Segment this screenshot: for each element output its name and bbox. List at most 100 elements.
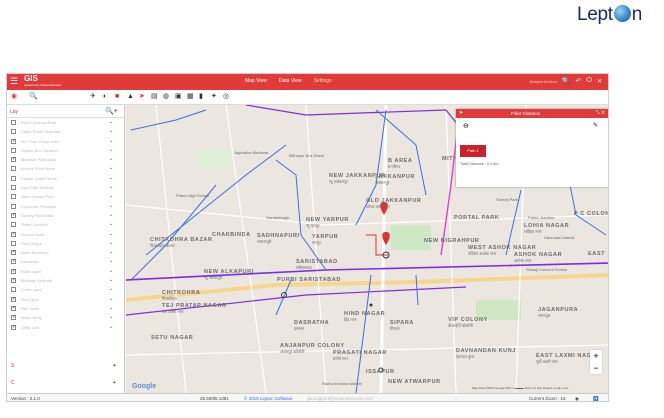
tool-icon[interactable]: ■ [115, 93, 119, 101]
tool-icon[interactable]: ▮ [199, 93, 203, 101]
tab-layers[interactable]: Lay [10, 109, 18, 115]
tool-icon[interactable]: ◎ [223, 93, 229, 101]
layer-item[interactable]: Ward Boundary ⌄ [7, 248, 124, 257]
layer-checkbox[interactable] [11, 156, 16, 163]
zoom-in-button[interactable]: + [590, 350, 602, 362]
layer-checkbox[interactable] [11, 277, 16, 284]
tool-icon[interactable]: ◍ [163, 93, 169, 101]
chevron-down-icon[interactable]: ⌄ [109, 268, 113, 274]
layer-checkbox[interactable] [11, 249, 16, 256]
chevron-down-icon[interactable]: ⌄ [109, 119, 113, 125]
menu-icon[interactable]: ☰ [10, 77, 18, 86]
chevron-down-icon[interactable]: ⌄ [109, 184, 113, 190]
layer-checkbox[interactable] [11, 240, 16, 246]
tool-icon[interactable]: ➤ [139, 93, 145, 101]
tool-icon[interactable]: ▲ [127, 93, 134, 101]
layer-checkbox[interactable] [11, 203, 16, 209]
chevron-down-icon[interactable]: ⌄ [109, 286, 113, 292]
layer-checkbox[interactable] [11, 222, 16, 228]
chevron-down-icon[interactable]: ⌄ [109, 296, 113, 302]
copyright-link[interactable]: © 2019 Lepton Software [244, 396, 293, 401]
support-email[interactable]: gis.support@networkaccess.com [307, 396, 373, 401]
layer-item[interactable]: OLT Pole Group Adm ⌄ [7, 137, 124, 146]
layer-checkbox[interactable] [11, 231, 16, 237]
layer-checkbox[interactable] [11, 185, 16, 191]
layer-checkbox[interactable] [11, 166, 16, 172]
nav-data-view[interactable]: Data View [279, 78, 302, 84]
layer-checkbox[interactable] [11, 175, 16, 181]
chevron-down-icon[interactable]: ⌄ [109, 305, 113, 311]
layer-item[interactable]: Customer Premises ⌄ [7, 202, 124, 211]
layer-item[interactable]: Fiber Distance Rule ⌄ [7, 118, 124, 127]
layer-checkbox[interactable] [11, 212, 16, 218]
layer-checkbox[interactable] [11, 258, 16, 265]
chevron-down-icon[interactable]: ⌄ [109, 212, 113, 218]
settings-icon[interactable]: ◉ [575, 396, 579, 401]
chevron-down-icon[interactable]: ⌄ [109, 165, 113, 171]
layer-item[interactable]: Plot Layer ⌄ [7, 295, 124, 304]
chevron-down-icon[interactable]: ⌄ [109, 258, 113, 264]
layer-checkbox[interactable] [11, 120, 16, 125]
close-icon[interactable]: ⤡ ✕ [596, 110, 605, 116]
chevron-down-icon[interactable]: ⌄ [109, 128, 113, 134]
tool-icon[interactable]: ✈ [90, 93, 96, 101]
tool-icon[interactable]: ◐ [103, 93, 107, 101]
layer-checkbox[interactable] [11, 194, 16, 200]
undo-icon[interactable]: ↶ [576, 77, 582, 85]
layer-checkbox[interactable] [11, 305, 16, 311]
nav-map-view[interactable]: Map View [245, 78, 267, 84]
chevron-down-icon[interactable]: ⌄ [109, 231, 113, 237]
layer-item[interactable]: Access Point Node ⌄ [7, 164, 124, 173]
power-icon[interactable]: ⏻ [586, 77, 592, 85]
tool-icon[interactable]: ▣ [175, 93, 182, 101]
tool-icon[interactable]: ▤ [151, 93, 158, 101]
chevron-down-icon[interactable]: ⌄ [109, 147, 113, 153]
layer-item[interactable]: Splitter Box Location ⌄ [7, 146, 124, 155]
layer-checkbox[interactable] [11, 287, 16, 293]
layer-item[interactable]: Water Body ⌄ [7, 313, 124, 322]
chevron-down-icon[interactable]: ⌄ [109, 138, 113, 144]
layer-item[interactable]: Manhole Point Data ⌄ [7, 155, 124, 164]
nav-settings[interactable]: Settings [314, 78, 332, 84]
tool-icon[interactable]: ✦ [211, 93, 217, 101]
layer-checkbox[interactable] [11, 147, 16, 153]
layer-item[interactable]: Zone Layer ⌄ [7, 285, 124, 294]
accessibility-icon[interactable]: ♿ [593, 396, 599, 401]
zoom-out-button[interactable]: − [590, 362, 602, 374]
chevron-down-icon[interactable]: ⌄ [109, 249, 113, 255]
map-attribution[interactable]: Map data ©2019 Google 200 m ▬▬▬ Terms of… [472, 386, 568, 390]
layers-icon[interactable]: ◉ [11, 93, 17, 101]
chevron-down-icon[interactable]: ⌄ [109, 156, 113, 162]
search-icon[interactable]: 🔍 [29, 93, 38, 101]
edit-icon[interactable]: ✎ [593, 122, 598, 129]
layer-checkbox[interactable] [11, 324, 16, 330]
remove-icon[interactable]: ⊖ [463, 122, 469, 130]
layer-item[interactable]: Landmark ⌄ [7, 257, 124, 266]
layer-item[interactable]: Survey Point Data ⌄ [7, 211, 124, 220]
path-button[interactable]: Path 1 [460, 145, 486, 157]
search-icon[interactable]: 🔍 [562, 77, 571, 85]
search-icon[interactable]: 🔍+ [105, 107, 118, 115]
layer-item[interactable]: Joint Closure Point ⌄ [7, 192, 124, 201]
layer-item[interactable]: Rail Track ⌄ [7, 304, 124, 313]
layer-item[interactable]: Cable Route Segment ⌄ [7, 127, 124, 136]
chevron-down-icon[interactable]: ⌄ [109, 175, 113, 181]
chevron-down-icon[interactable]: ⌄ [109, 193, 113, 199]
layer-checkbox[interactable] [11, 129, 16, 135]
sidebar-section[interactable]: S + [7, 360, 125, 374]
tool-icon[interactable]: ▦ [187, 93, 194, 101]
chevron-down-icon[interactable]: ⌄ [109, 240, 113, 246]
layer-item[interactable]: Pole Height ⌄ [7, 239, 124, 248]
layer-item[interactable]: Road Layer ⌄ [7, 267, 124, 276]
layer-checkbox[interactable] [11, 138, 16, 144]
chevron-down-icon[interactable]: ⌄ [109, 314, 113, 320]
layer-item[interactable]: Tower Location ⌄ [7, 220, 124, 229]
layer-checkbox[interactable] [11, 296, 16, 302]
chevron-down-icon[interactable]: ⌄ [109, 324, 113, 330]
layer-item[interactable]: Building Footprint ⌄ [7, 276, 124, 285]
layer-item[interactable]: Feeder Cable Route ⌄ [7, 174, 124, 183]
chevron-down-icon[interactable]: ⌄ [109, 221, 113, 227]
layer-checkbox[interactable] [11, 314, 16, 321]
layer-checkbox[interactable] [11, 268, 16, 274]
chevron-down-icon[interactable]: ⌄ [109, 277, 113, 283]
